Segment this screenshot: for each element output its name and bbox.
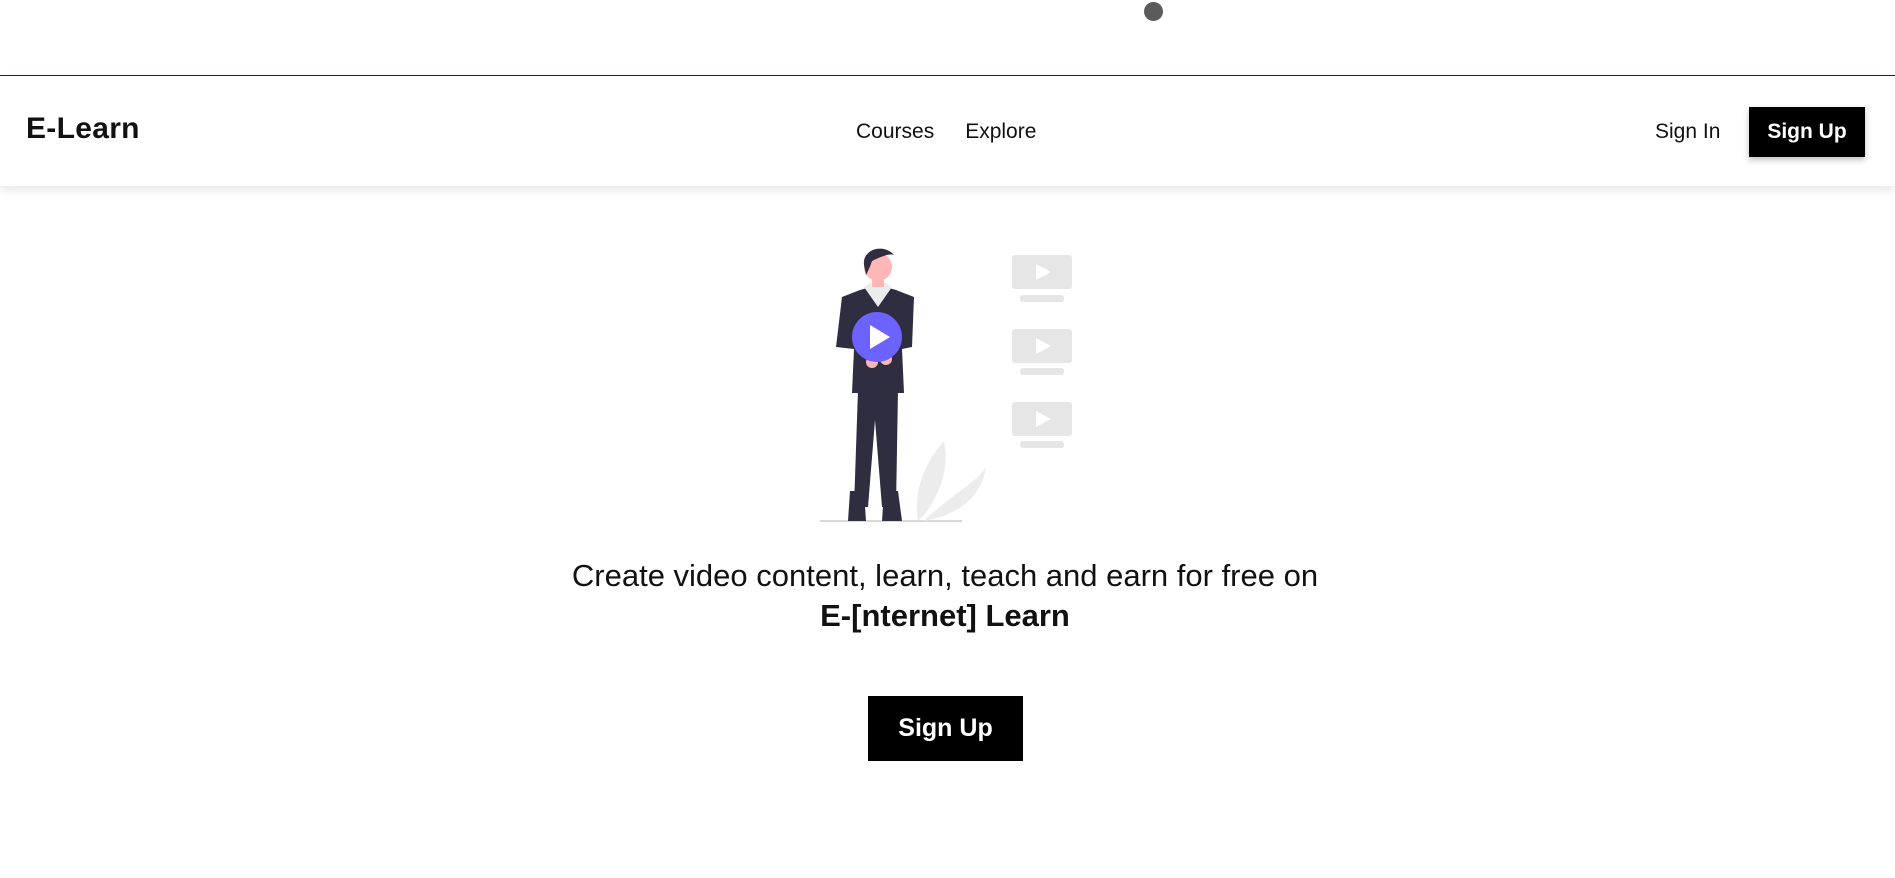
play-icon [852,312,902,362]
hero-sign-up-button[interactable]: Sign Up [868,696,1023,761]
video-thumbnail-icon [1012,329,1072,375]
indicator-dot [1144,2,1163,21]
sign-in-link[interactable]: Sign In [1655,120,1720,144]
hero-headline: Create video content, learn, teach and e… [560,556,1330,636]
plant-icon [916,441,986,521]
brand-logo[interactable]: E-Learn [26,112,140,146]
video-thumbnail-icon [1012,402,1072,448]
nav-links: Courses Explore [856,120,1036,144]
nav-link-courses[interactable]: Courses [856,120,934,144]
person-with-play-button-illustration [820,248,1072,522]
navbar: E-Learn Courses Explore Sign In Sign Up [0,76,1895,186]
top-strip [0,0,1895,76]
person-figure [836,248,914,521]
nav-link-explore[interactable]: Explore [965,120,1036,144]
video-thumbnail-icon [1012,255,1072,302]
sign-up-button[interactable]: Sign Up [1749,107,1865,157]
hero-brand-emphasis: E-[nternet] Learn [820,598,1070,633]
hero-text-prefix: Create video content, learn, teach and e… [571,558,1319,593]
